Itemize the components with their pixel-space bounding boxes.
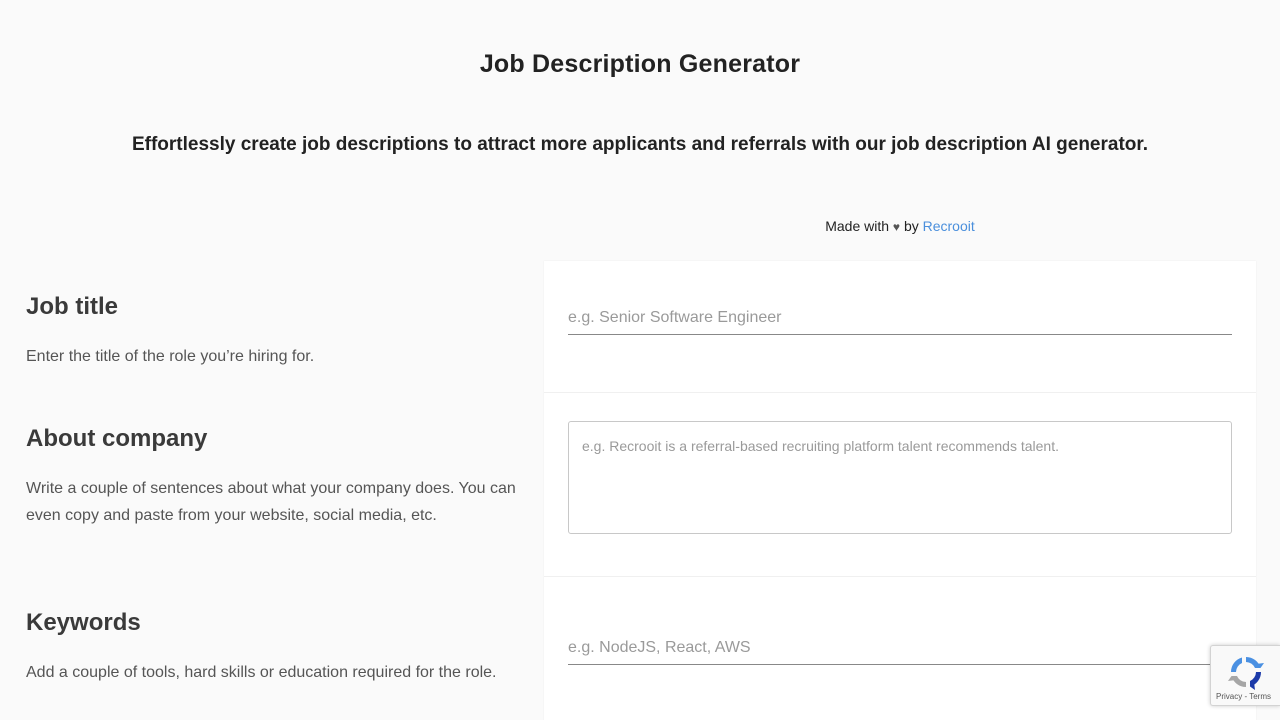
recaptcha-logo-icon <box>1228 656 1264 690</box>
recaptcha-privacy-link[interactable]: Privacy <box>1216 692 1242 701</box>
recaptcha-terms-link[interactable]: Terms <box>1249 692 1271 701</box>
recaptcha-badge[interactable]: Privacy - Terms <box>1210 645 1280 706</box>
job-title-input[interactable] <box>568 301 1232 335</box>
generator-form-card <box>544 261 1256 720</box>
job-title-row <box>544 261 1256 393</box>
job-title-heading: Job title <box>26 293 119 320</box>
page: Job Description Generator Effortlessly c… <box>0 0 1280 720</box>
page-subtitle: Effortlessly create job descriptions to … <box>131 134 1149 155</box>
made-with-text: Made with <box>825 218 890 234</box>
about-company-row <box>544 393 1256 577</box>
job-title-section-label: Job title Enter the title of the role yo… <box>26 293 516 370</box>
keywords-input[interactable] <box>568 631 1232 665</box>
job-title-description: Enter the title of the role you’re hirin… <box>26 348 315 365</box>
about-company-section-label: About company Write a couple of sentence… <box>26 425 516 529</box>
by-text: by <box>903 218 919 234</box>
page-title: Job Description Generator <box>479 50 801 78</box>
keywords-description: Add a couple of tools, hard skills or ed… <box>26 664 497 681</box>
about-company-heading: About company <box>26 425 208 452</box>
about-company-description: Write a couple of sentences about what y… <box>26 480 516 524</box>
keywords-row <box>544 577 1256 720</box>
about-company-textarea[interactable] <box>568 421 1232 534</box>
keywords-section-label: Keywords Add a couple of tools, hard ski… <box>26 609 516 686</box>
keywords-heading: Keywords <box>26 609 141 636</box>
recrooit-link[interactable]: Recrooit <box>923 218 975 234</box>
recaptcha-links: Privacy - Terms <box>1216 692 1271 701</box>
made-with-credit: Made with ♥ by Recrooit <box>544 218 1256 234</box>
heart-icon: ♥ <box>892 220 901 234</box>
